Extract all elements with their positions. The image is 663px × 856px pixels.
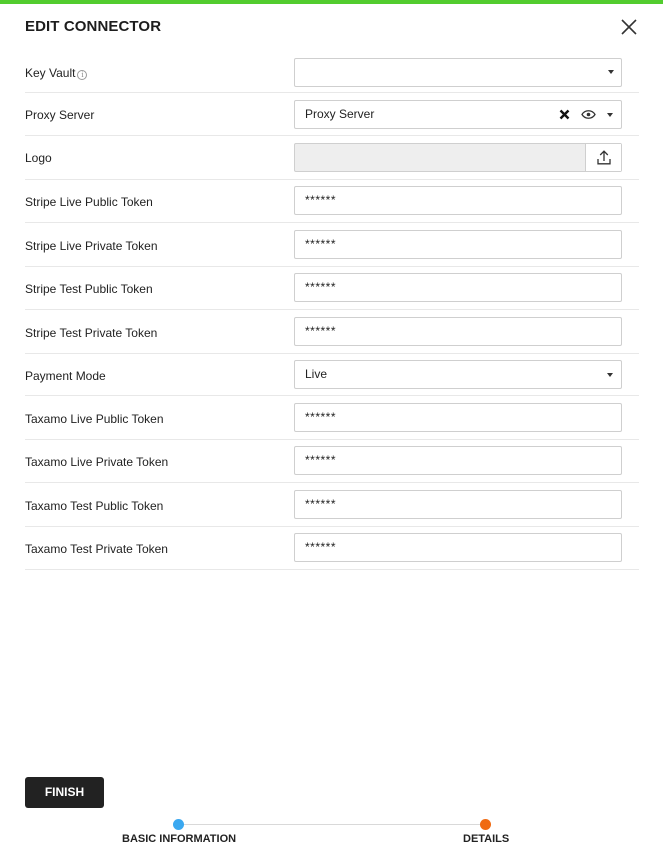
field-row-taxamo-live-private: Taxamo Live Private Token ****** <box>25 440 639 483</box>
stripe-test-private-token-input[interactable]: ****** <box>294 317 622 346</box>
top-accent-bar <box>0 0 663 4</box>
dialog-header: EDIT CONNECTOR <box>25 18 640 38</box>
info-icon[interactable]: i <box>77 70 88 80</box>
field-label: Taxamo Test Private Token <box>25 542 168 556</box>
upload-button[interactable] <box>585 144 621 171</box>
connector-form: Key Vault i Proxy Server Proxy Server Log… <box>25 50 639 570</box>
logo-file-field[interactable] <box>294 143 622 172</box>
payment-mode-select[interactable]: Live <box>294 360 622 389</box>
field-label: Proxy Server <box>25 108 95 122</box>
field-row-stripe-test-public: Stripe Test Public Token ****** <box>25 267 639 310</box>
proxy-server-select[interactable]: Proxy Server <box>294 100 622 129</box>
stripe-live-private-token-input[interactable]: ****** <box>294 230 622 259</box>
eye-icon[interactable] <box>581 109 596 120</box>
close-icon[interactable] <box>620 18 638 36</box>
upload-icon <box>597 150 611 165</box>
chevron-down-icon[interactable] <box>607 373 613 377</box>
stripe-live-public-token-input[interactable]: ****** <box>294 186 622 215</box>
stripe-test-public-token-input[interactable]: ****** <box>294 273 622 302</box>
step-label-details[interactable]: DETAILS <box>463 833 509 845</box>
field-row-key-vault: Key Vault i <box>25 50 639 93</box>
taxamo-live-private-token-input[interactable]: ****** <box>294 446 622 475</box>
field-label: Stripe Test Public Token <box>25 282 153 296</box>
field-row-taxamo-test-public: Taxamo Test Public Token ****** <box>25 483 639 527</box>
payment-mode-value: Live <box>305 367 328 381</box>
field-label: Taxamo Live Private Token <box>25 455 169 469</box>
clear-icon[interactable] <box>558 108 571 121</box>
step-dot-basic-information[interactable] <box>173 819 184 830</box>
dialog-title: EDIT CONNECTOR <box>25 18 162 35</box>
chevron-down-icon[interactable] <box>608 70 614 74</box>
taxamo-test-private-token-input[interactable]: ****** <box>294 533 622 562</box>
field-row-payment-mode: Payment Mode Live <box>25 354 639 396</box>
field-label: Stripe Live Public Token <box>25 195 153 209</box>
field-row-stripe-live-private: Stripe Live Private Token ****** <box>25 223 639 267</box>
field-row-stripe-live-public: Stripe Live Public Token ****** <box>25 180 639 223</box>
field-label: Key Vault i <box>25 66 88 80</box>
step-dot-details[interactable] <box>480 819 491 830</box>
field-label: Logo <box>25 151 52 165</box>
field-label: Stripe Test Private Token <box>25 326 158 340</box>
field-label: Taxamo Test Public Token <box>25 499 164 513</box>
field-row-proxy-server: Proxy Server Proxy Server <box>25 93 639 136</box>
stepper-connector-line <box>178 824 485 825</box>
key-vault-select[interactable] <box>294 58 622 87</box>
proxy-server-value: Proxy Server <box>305 107 375 121</box>
wizard-stepper: BASIC INFORMATION DETAILS <box>0 815 663 856</box>
field-row-taxamo-live-public: Taxamo Live Public Token ****** <box>25 396 639 440</box>
field-label: Payment Mode <box>25 369 106 383</box>
taxamo-test-public-token-input[interactable]: ****** <box>294 490 622 519</box>
field-row-logo: Logo <box>25 136 639 180</box>
field-label: Stripe Live Private Token <box>25 239 158 253</box>
taxamo-live-public-token-input[interactable]: ****** <box>294 403 622 432</box>
field-row-stripe-test-private: Stripe Test Private Token ****** <box>25 310 639 354</box>
finish-button[interactable]: FINISH <box>25 777 104 808</box>
field-row-taxamo-test-private: Taxamo Test Private Token ****** <box>25 527 639 570</box>
step-label-basic-information[interactable]: BASIC INFORMATION <box>122 833 236 845</box>
field-label: Taxamo Live Public Token <box>25 412 164 426</box>
chevron-down-icon[interactable] <box>607 113 613 117</box>
